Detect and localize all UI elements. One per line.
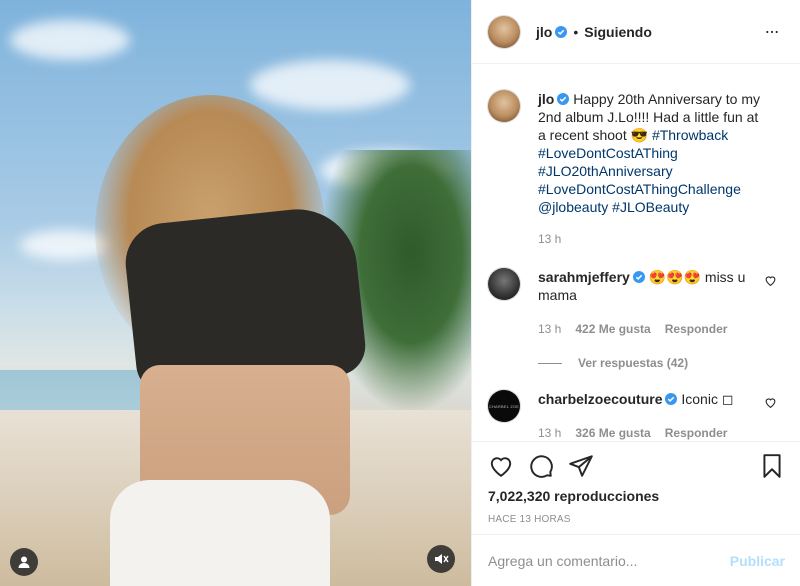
comment-meta: 13 h 326 Me gusta Responder: [538, 424, 768, 442]
caption-meta: 13 h: [538, 230, 768, 248]
verified-badge-icon: [632, 271, 645, 283]
commenter-avatar[interactable]: CHARBEL ZOE: [488, 390, 520, 422]
author-avatar[interactable]: [488, 15, 520, 48]
avatar-logo-text: CHARBEL ZOE: [488, 403, 520, 409]
bookmark-icon[interactable]: [759, 453, 785, 479]
comment-time[interactable]: 13 h: [538, 320, 561, 338]
hashtag-link[interactable]: #Throwback: [652, 127, 728, 143]
cloud: [250, 60, 410, 110]
heart-icon[interactable]: [764, 396, 777, 409]
comment-composer: Publicar: [472, 534, 800, 586]
comment-icon[interactable]: [528, 453, 554, 479]
post-dialog: jlo • Siguiendo jlo Happy 20th Anniversary…: [0, 0, 800, 586]
author-avatar[interactable]: [488, 90, 520, 122]
view-replies-label: Ver respuestas (42): [578, 356, 689, 370]
replies-divider: [538, 362, 562, 364]
verified-badge-icon: [665, 393, 678, 405]
hashtag-link[interactable]: #LoveDontCostAThing: [538, 145, 678, 161]
commenter-avatar[interactable]: [488, 268, 520, 300]
following-button[interactable]: Siguiendo: [584, 24, 652, 40]
commenter-username[interactable]: charbelzoecouture: [538, 391, 662, 407]
comment-likes[interactable]: 422 Me gusta: [575, 320, 650, 338]
comment-text: Iconic ◻: [681, 391, 734, 407]
comment-time[interactable]: 13 h: [538, 424, 561, 442]
commenter-username[interactable]: sarahmjeffery: [538, 269, 630, 285]
subject-shorts: [110, 480, 330, 586]
verified-badge-icon: [557, 93, 570, 105]
heart-icon[interactable]: [764, 274, 777, 287]
comment-item: CHARBEL ZOE charbelzoecouture Iconic ◻ 1…: [488, 390, 785, 442]
verified-badge-icon: [555, 25, 568, 38]
comment-meta: 13 h 422 Me gusta Responder: [538, 320, 768, 338]
hashtag-link[interactable]: #LoveDontCostAThingChallenge: [538, 181, 741, 197]
hashtag-link[interactable]: #JLOBeauty: [612, 199, 689, 215]
view-count[interactable]: 7,022,320 reproducciones: [488, 488, 785, 504]
mention-link[interactable]: @jlobeauty: [538, 199, 608, 215]
action-icons: [488, 442, 785, 490]
mute-icon[interactable]: [427, 545, 455, 573]
comments-list[interactable]: jlo Happy 20th Anniversary to my 2nd alb…: [472, 64, 800, 442]
cloud: [10, 20, 130, 60]
comment-input[interactable]: [488, 552, 730, 569]
hashtag-link[interactable]: #JLO20thAnniversary: [538, 163, 673, 179]
comment-item: sarahmjeffery 😍😍😍 miss u mama 13 h 422 M…: [488, 268, 785, 338]
author-username[interactable]: jlo: [536, 24, 552, 40]
publish-button[interactable]: Publicar: [730, 553, 785, 569]
action-bar: 7,022,320 reproducciones HACE 13 HORAS: [472, 441, 800, 525]
caption-username[interactable]: jlo: [538, 91, 554, 107]
caption: jlo Happy 20th Anniversary to my 2nd alb…: [488, 90, 785, 248]
post-timestamp[interactable]: HACE 13 HORAS: [488, 514, 785, 525]
author-info: jlo • Siguiendo: [536, 24, 652, 40]
share-icon[interactable]: [568, 453, 594, 479]
separator-dot: •: [573, 23, 579, 40]
like-icon[interactable]: [488, 453, 514, 479]
post-details: jlo • Siguiendo jlo Happy 20th Anniversary…: [471, 0, 800, 586]
post-header: jlo • Siguiendo: [472, 0, 800, 64]
reply-button[interactable]: Responder: [665, 424, 728, 442]
more-options-icon[interactable]: [760, 20, 784, 44]
caption-time[interactable]: 13 h: [538, 230, 561, 248]
user-tag-icon[interactable]: [10, 548, 38, 576]
view-replies-button[interactable]: Ver respuestas (42): [538, 356, 785, 370]
video-player[interactable]: [0, 0, 471, 586]
reply-button[interactable]: Responder: [665, 320, 728, 338]
comment-likes[interactable]: 326 Me gusta: [575, 424, 650, 442]
